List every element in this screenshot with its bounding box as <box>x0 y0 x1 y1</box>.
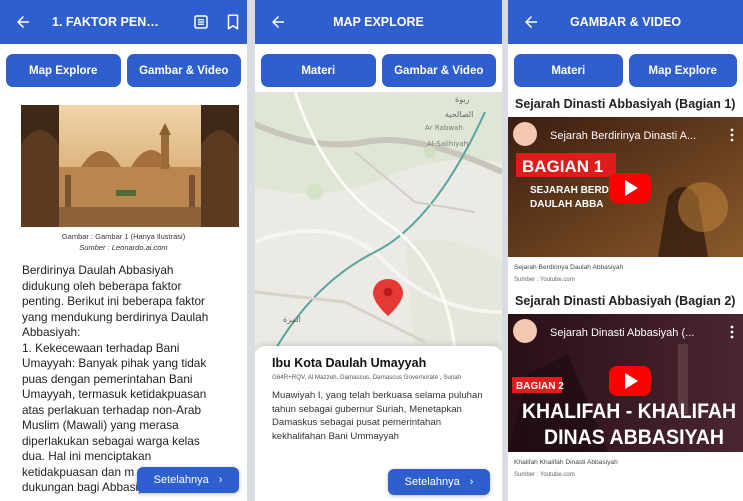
video-badge: BAGIAN 2 <box>516 381 564 392</box>
bookmark-icon[interactable] <box>224 13 242 31</box>
page-title: GAMBAR & VIDEO <box>569 15 682 29</box>
channel-avatar[interactable] <box>513 122 537 146</box>
map-label: Al-Salihiyah <box>427 140 468 148</box>
back-arrow-icon[interactable] <box>14 13 32 31</box>
video-heading: Sejarah Dinasti Abbasiyah (Bagian 2) <box>515 294 736 308</box>
video-badge: BAGIAN 1 <box>522 157 603 176</box>
article-body: Berdirinya Daulah Abbasiyah didukung ole… <box>22 263 237 496</box>
overlay-text: DINAS ABBASIYAH <box>544 426 724 449</box>
youtube-video-player[interactable]: Sejarah Berdirinya Dinasti A... BAGIAN 1… <box>508 117 743 257</box>
article-line: Abbasiyah: <box>22 325 81 339</box>
article-line: Umayyah, termasuk ketidakpuasan <box>22 387 207 401</box>
article-line: diperlakukan sebagai warga kelas <box>22 433 200 448</box>
map-label: ربوة <box>455 95 470 104</box>
article-line: didukung oleh beberapa faktor <box>22 278 182 293</box>
illustration-image <box>21 105 239 227</box>
image-source: Sumber : Leonardo.ai.com <box>79 243 168 252</box>
image-caption: Gambar : Gambar 1 (Hanya Ilustrasi) <box>61 232 186 241</box>
screen-materi: 1. FAKTOR PENDUKUNG BERDIRINYA DAULAH AB… <box>0 0 247 501</box>
next-button[interactable]: Setelahnya › <box>388 469 490 495</box>
article-line: Muslim (Mawali) yang merasa <box>22 418 179 432</box>
video-source: Sumber : Youtube.com <box>514 277 575 283</box>
gambar-video-button[interactable]: Gambar & Video <box>126 54 241 87</box>
next-label: Setelahnya <box>404 476 460 488</box>
materi-button[interactable]: Materi <box>514 54 623 87</box>
next-label: Setelahnya <box>153 474 209 486</box>
app-bar: GAMBAR & VIDEO <box>508 0 743 44</box>
app-bar: MAP EXPLORE <box>255 0 502 44</box>
map-label: المزة <box>283 315 301 324</box>
article-line: yang mendukung berdirinya Daulah <box>22 309 209 324</box>
article-line: Berdirinya Daulah Abbasiyah <box>22 263 174 277</box>
article-line: atas perlakuan terhadap non-Arab <box>22 402 202 417</box>
map-label: الصالحية <box>445 110 473 119</box>
place-title: Ibu Kota Daulah Umayyah <box>272 356 427 370</box>
article-line: dua. Hal ini menciptakan <box>22 449 152 463</box>
list-icon[interactable] <box>192 13 210 31</box>
video-caption: Sejarah Berdirinya Daulah Abbasiyah <box>514 264 624 271</box>
overlay-text: SEJARAH BERDI <box>530 185 612 196</box>
map-explore-button[interactable]: Map Explore <box>628 54 737 87</box>
next-button[interactable]: Setelahnya › <box>137 467 239 493</box>
overlay-text: DAULAH ABBA <box>530 199 604 210</box>
article-line: 1. Kekecewaan terhadap Bani <box>22 340 180 355</box>
youtube-video-player[interactable]: Sejarah Dinasti Abbasiyah (... BAGIAN 2 … <box>508 314 743 452</box>
page-title: MAP EXPLORE <box>333 15 424 29</box>
materi-button[interactable]: Materi <box>261 54 376 87</box>
video-caption: Khalifah Khalifah Dinasti Abbasiyah <box>514 459 618 466</box>
chevron-right-icon: › <box>469 476 474 488</box>
more-vertical-icon[interactable] <box>730 325 734 339</box>
back-arrow-icon[interactable] <box>269 13 287 31</box>
place-address: G64R+RQV, Al Mazzeh, Damascus, Damascus … <box>272 374 462 381</box>
screen-map-explore: MAP EXPLORE Materi Gambar & Video ربوة ا… <box>255 0 502 501</box>
video-source: Sumber : Youtube.com <box>514 472 575 478</box>
channel-avatar[interactable] <box>513 319 537 343</box>
overlay-text: KHALIFAH - KHALIFAH <box>522 400 736 423</box>
gambar-video-button[interactable]: Gambar & Video <box>381 54 496 87</box>
video-heading: Sejarah Dinasti Abbasiyah (Bagian 1) <box>515 97 736 111</box>
page-title: 1. FAKTOR PENDUKUNG BERDIRINYA DAULAH AB… <box>52 15 164 29</box>
place-description: Muawiyah I, yang telah berkuasa selama p… <box>272 390 483 442</box>
article-line: puas dengan pemerintahan Bani <box>22 371 193 386</box>
article-line: Umayyah: Banyak pihak yang tidak <box>22 356 207 370</box>
screen-gambar-video: GAMBAR & VIDEO Materi Map Explore Sejara… <box>508 0 743 501</box>
app-bar: 1. FAKTOR PENDUKUNG BERDIRINYA DAULAH AB… <box>0 0 247 44</box>
youtube-play-icon[interactable] <box>609 173 651 203</box>
more-vertical-icon[interactable] <box>730 128 734 142</box>
map-view[interactable]: ربوة الصالحية Ar Rabwah Al-Salihiyah الم… <box>255 92 502 350</box>
article-line: penting. Berikut ini beberapa faktor <box>22 294 205 308</box>
chevron-right-icon: › <box>218 474 223 486</box>
youtube-play-icon[interactable] <box>609 366 651 396</box>
map-explore-button[interactable]: Map Explore <box>6 54 121 87</box>
back-arrow-icon[interactable] <box>522 13 540 31</box>
map-label: Ar Rabwah <box>425 124 463 132</box>
yt-video-title: Sejarah Berdirinya Dinasti A... <box>550 130 696 142</box>
yt-video-title: Sejarah Dinasti Abbasiyah (... <box>550 327 694 339</box>
